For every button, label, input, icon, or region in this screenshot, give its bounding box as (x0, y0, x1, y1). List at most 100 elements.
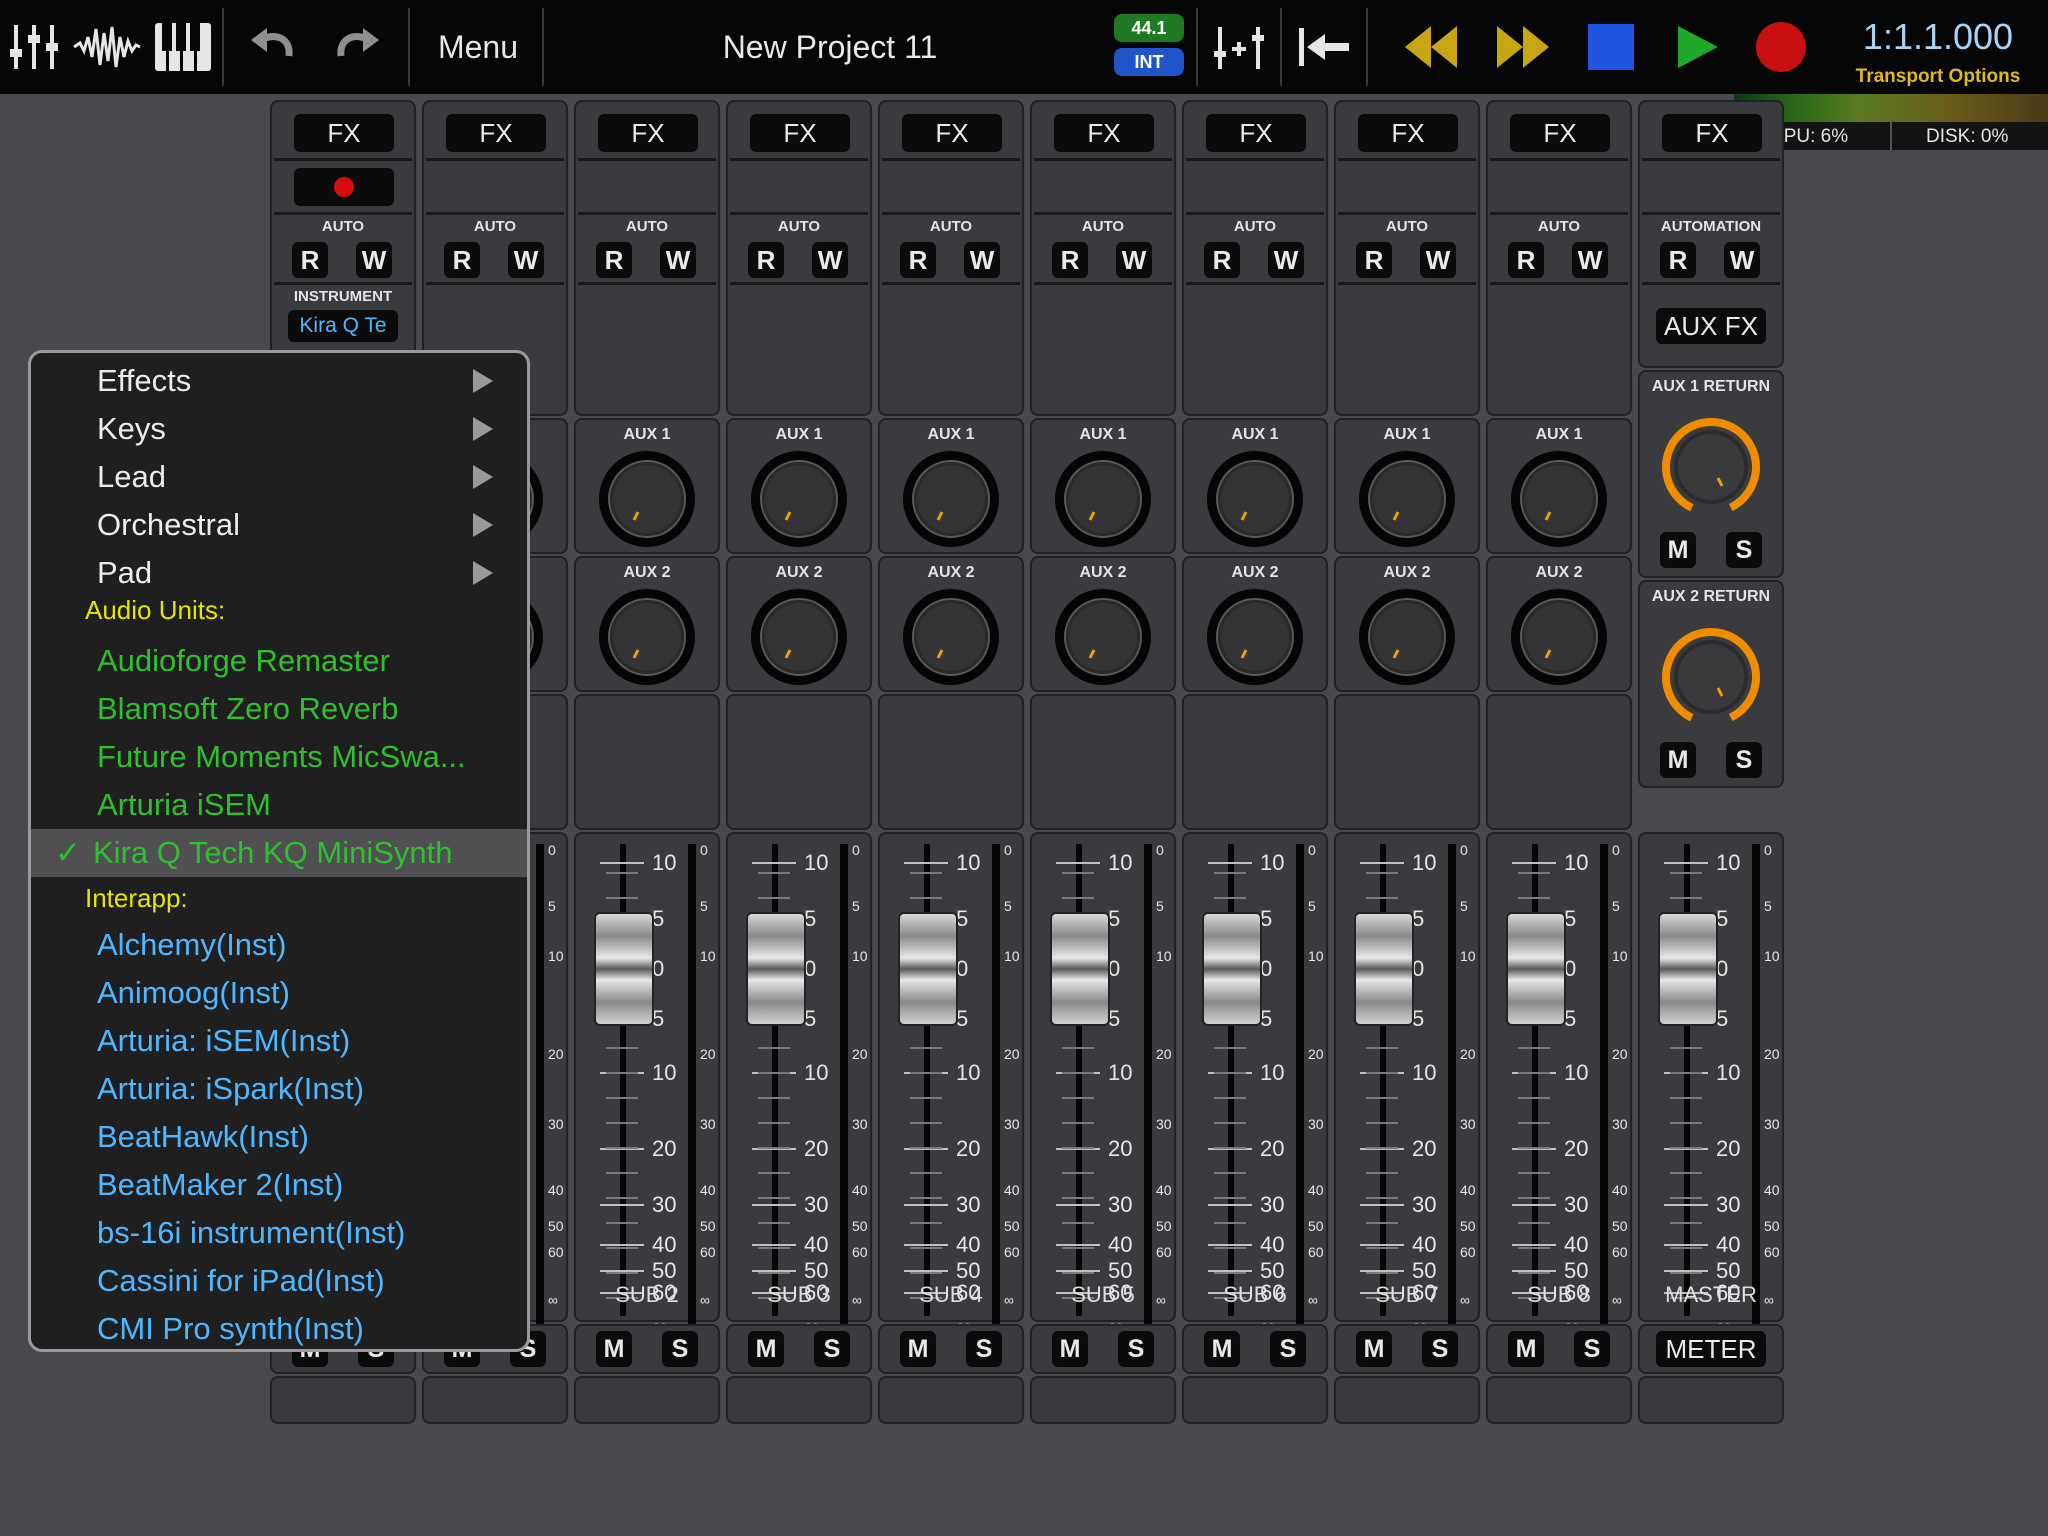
popup-category-item[interactable]: Orchestral (31, 501, 527, 549)
aux2-send-knob[interactable] (1206, 588, 1304, 686)
popup-category-item[interactable]: Effects (31, 357, 527, 405)
aux2-return-mute-button[interactable]: M (1660, 742, 1696, 778)
record-icon[interactable] (1748, 0, 1814, 94)
solo-button[interactable]: S (662, 1331, 698, 1367)
aux1-send-knob[interactable] (902, 450, 1000, 548)
automation-read-button[interactable]: R (292, 242, 328, 278)
fx-button[interactable]: FX (294, 114, 394, 152)
popup-audio-unit-item[interactable]: Future Moments MicSwa... (31, 733, 527, 781)
position-readout[interactable]: 1:1.1.000 (1840, 16, 2036, 58)
waveform-icon[interactable] (70, 0, 144, 94)
automation-write-button[interactable]: W (508, 242, 544, 278)
popup-interapp-item[interactable]: bs-16i instrument(Inst) (31, 1209, 527, 1257)
mute-button[interactable]: M (748, 1331, 784, 1367)
mute-button[interactable]: M (900, 1331, 936, 1367)
aux2-return-solo-button[interactable]: S (1726, 742, 1762, 778)
mute-button[interactable]: M (1052, 1331, 1088, 1367)
automation-write-button[interactable]: W (660, 242, 696, 278)
mute-button[interactable]: M (1356, 1331, 1392, 1367)
stop-icon[interactable] (1580, 0, 1642, 94)
solo-button[interactable]: S (1574, 1331, 1610, 1367)
fx-button[interactable]: FX (598, 114, 698, 152)
sample-rate-badge[interactable]: 44.1 (1114, 14, 1184, 42)
popup-interapp-item[interactable]: Arturia: iSpark(Inst) (31, 1065, 527, 1113)
mixer-icon[interactable] (0, 0, 68, 94)
popup-category-item[interactable]: Pad (31, 549, 527, 597)
aux1-send-knob[interactable] (1510, 450, 1608, 548)
popup-interapp-item[interactable]: Arturia: iSEM(Inst) (31, 1017, 527, 1065)
popup-interapp-item[interactable]: Alchemy(Inst) (31, 921, 527, 969)
solo-button[interactable]: S (1270, 1331, 1306, 1367)
aux1-send-knob[interactable] (750, 450, 848, 548)
aux1-send-knob[interactable] (1206, 450, 1304, 548)
instrument-select-button[interactable]: Kira Q Te (288, 310, 398, 342)
meter-button[interactable]: METER (1656, 1331, 1766, 1367)
automation-write-button[interactable]: W (1116, 242, 1152, 278)
automation-write-button[interactable]: W (964, 242, 1000, 278)
automation-write-button[interactable]: W (812, 242, 848, 278)
clock-source-badge[interactable]: INT (1114, 48, 1184, 76)
fx-button[interactable]: FX (446, 114, 546, 152)
automation-read-button[interactable]: R (1356, 242, 1392, 278)
popup-audio-unit-item[interactable]: Blamsoft Zero Reverb (31, 685, 527, 733)
undo-icon[interactable] (236, 0, 308, 94)
automation-write-button[interactable]: W (1268, 242, 1304, 278)
automation-write-button[interactable]: W (1420, 242, 1456, 278)
aux2-send-knob[interactable] (1358, 588, 1456, 686)
automation-write-button[interactable]: W (356, 242, 392, 278)
solo-button[interactable]: S (966, 1331, 1002, 1367)
popup-interapp-item[interactable]: BeatMaker 2(Inst) (31, 1161, 527, 1209)
fx-button[interactable]: FX (750, 114, 850, 152)
popup-audio-unit-item[interactable]: Audioforge Remaster (31, 637, 527, 685)
aux2-send-knob[interactable] (1510, 588, 1608, 686)
automation-read-button[interactable]: R (1508, 242, 1544, 278)
mute-button[interactable]: M (1508, 1331, 1544, 1367)
redo-icon[interactable] (322, 0, 394, 94)
piano-keys-icon[interactable] (150, 0, 216, 94)
automation-read-button[interactable]: R (900, 242, 936, 278)
fx-button[interactable]: FX (1662, 114, 1762, 152)
fx-button[interactable]: FX (1206, 114, 1306, 152)
automation-write-button[interactable]: W (1724, 242, 1760, 278)
popup-category-item[interactable]: Keys (31, 405, 527, 453)
popup-interapp-item[interactable]: CMI Pro synth(Inst) (31, 1305, 527, 1349)
aux2-return-knob[interactable] (1662, 628, 1760, 726)
fader-cap[interactable] (746, 912, 806, 1026)
fader-cap[interactable] (898, 912, 958, 1026)
aux2-send-knob[interactable] (750, 588, 848, 686)
fx-button[interactable]: FX (1510, 114, 1610, 152)
mute-button[interactable]: M (1204, 1331, 1240, 1367)
automation-write-button[interactable]: W (1572, 242, 1608, 278)
record-arm-button[interactable] (294, 168, 394, 206)
solo-button[interactable]: S (1422, 1331, 1458, 1367)
aux1-send-knob[interactable] (598, 450, 696, 548)
popup-audio-unit-item[interactable]: ✓ Kira Q Tech KQ MiniSynth (31, 829, 527, 877)
fader-cap[interactable] (1658, 912, 1718, 1026)
transport-options-button[interactable]: Transport Options (1830, 66, 2046, 88)
fast-forward-icon[interactable] (1488, 0, 1558, 94)
aux1-send-knob[interactable] (1358, 450, 1456, 548)
fader-cap[interactable] (1354, 912, 1414, 1026)
fx-button[interactable]: FX (902, 114, 1002, 152)
mute-button[interactable]: M (596, 1331, 632, 1367)
play-icon[interactable] (1664, 0, 1730, 94)
fader-cap[interactable] (1506, 912, 1566, 1026)
automation-read-button[interactable]: R (444, 242, 480, 278)
aux2-send-knob[interactable] (902, 588, 1000, 686)
aux-fx-button[interactable]: AUX FX (1656, 308, 1766, 344)
popup-audio-unit-item[interactable]: Arturia iSEM (31, 781, 527, 829)
automation-read-button[interactable]: R (1204, 242, 1240, 278)
aux1-send-knob[interactable] (1054, 450, 1152, 548)
automation-read-button[interactable]: R (596, 242, 632, 278)
aux1-return-solo-button[interactable]: S (1726, 532, 1762, 568)
popup-interapp-item[interactable]: BeatHawk(Inst) (31, 1113, 527, 1161)
rewind-icon[interactable] (1396, 0, 1466, 94)
fader-add-icon[interactable] (1206, 0, 1274, 94)
popup-interapp-item[interactable]: Animoog(Inst) (31, 969, 527, 1017)
fx-button[interactable]: FX (1358, 114, 1458, 152)
fx-button[interactable]: FX (1054, 114, 1154, 152)
fader-cap[interactable] (594, 912, 654, 1026)
solo-button[interactable]: S (1118, 1331, 1154, 1367)
aux2-send-knob[interactable] (598, 588, 696, 686)
automation-read-button[interactable]: R (1052, 242, 1088, 278)
